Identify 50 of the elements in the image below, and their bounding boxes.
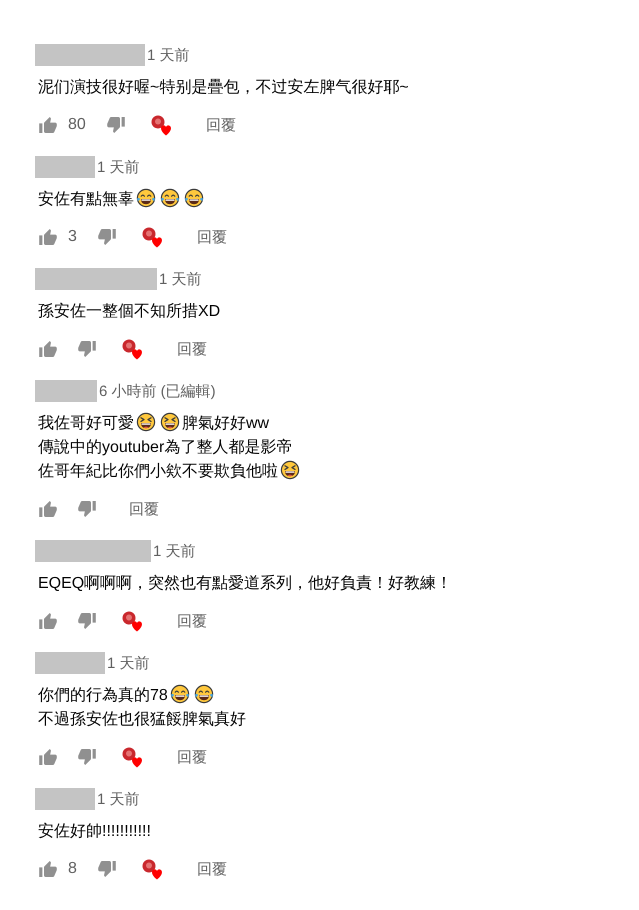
reply-button[interactable]: 回覆: [188, 853, 235, 885]
reply-button[interactable]: 回覆: [188, 221, 235, 253]
thumbs-up-icon: [39, 117, 57, 133]
comment-text: 你們的行為真的78: [38, 687, 168, 704]
squinting-grin-face-icon: [280, 460, 300, 480]
comment-text: 脾氣好好ww: [182, 415, 270, 432]
reply-button[interactable]: 回覆: [169, 741, 215, 773]
thumbs-down-icon: [98, 229, 116, 245]
reply-button[interactable]: 回覆: [169, 333, 215, 365]
thumbs-down-icon: [78, 613, 96, 629]
like-button[interactable]: 8: [39, 853, 77, 885]
thumbs-up-icon: [39, 229, 57, 245]
thumbs-up-icon: [39, 861, 57, 877]
thumbs-down-icon: [98, 861, 116, 877]
thumbs-up-icon: [39, 613, 57, 629]
thumbs-down-icon: [78, 749, 96, 765]
comment-timestamp: 1 天前: [153, 542, 196, 560]
thumbs-down-icon: [78, 501, 96, 517]
comment-text: 孫安佐一整個不知所措XD: [38, 303, 220, 320]
comment-text: 不過孫安佐也很猛餒脾氣真好: [38, 711, 246, 728]
laughing-tears-face-icon: [160, 188, 180, 208]
laughing-tears-face-icon: [194, 684, 214, 704]
laughing-tears-face-icon: [170, 684, 190, 704]
thumbs-up-icon: [39, 501, 57, 517]
like-button[interactable]: 3: [39, 221, 77, 253]
comment-timestamp: 1 天前: [97, 158, 140, 176]
like-button[interactable]: 80: [39, 109, 86, 141]
comment-text: 傳說中的youtuber為了整人都是影帝: [38, 439, 292, 456]
reply-button[interactable]: 回覆: [121, 493, 167, 525]
thumbs-down-icon: [78, 341, 96, 357]
thumbs-up-icon: [39, 749, 57, 765]
comment-text: EQEQ啊啊啊，突然也有點愛道系列，他好負責！好教練！: [38, 575, 452, 592]
comment-text: 安佐好帥!!!!!!!!!!!: [38, 823, 151, 840]
laughing-tears-face-icon: [184, 188, 204, 208]
comment-text: 泥们演技很好喔~特别是疊包，不过安左脾气很好耶~: [38, 79, 409, 96]
comment-text: 安佐有點無辜: [38, 191, 134, 208]
squinting-grin-face-icon: [136, 412, 156, 432]
comment-text: 佐哥年紀比你們小欸不要欺負他啦: [38, 463, 278, 480]
thumbs-down-icon: [106, 117, 125, 133]
comment-timestamp: 1 天前: [97, 790, 140, 808]
comment-timestamp: 6 小時前 (已編輯): [99, 382, 216, 400]
squinting-grin-face-icon: [160, 412, 180, 432]
comment-timestamp: 1 天前: [159, 270, 202, 288]
thumbs-up-icon: [39, 341, 57, 357]
comment-text: 我佐哥好可愛: [38, 415, 134, 432]
laughing-tears-face-icon: [136, 188, 156, 208]
reply-button[interactable]: 回覆: [198, 109, 244, 141]
reply-button[interactable]: 回覆: [169, 605, 215, 637]
comment-timestamp: 1 天前: [147, 46, 190, 64]
comment-timestamp: 1 天前: [107, 654, 150, 672]
